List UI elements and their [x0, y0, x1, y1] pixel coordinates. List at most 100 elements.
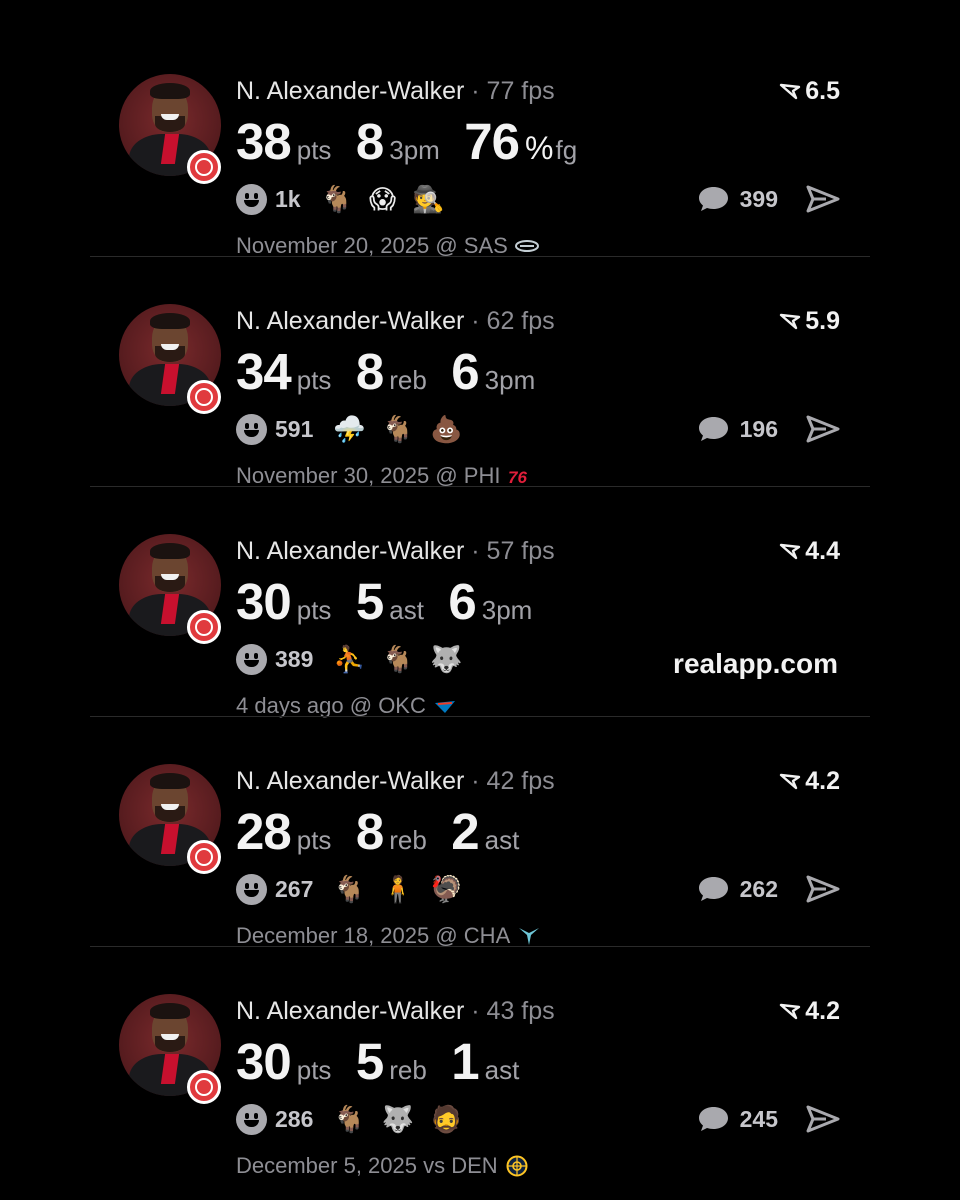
stat-line: 28 pts 8 reb 2 ast	[236, 802, 539, 861]
comment-icon[interactable]	[697, 874, 730, 904]
post-card[interactable]: N. Alexander-Walker · 62 fps 5.9 34 pts 8…	[90, 257, 870, 488]
storm-emoji-icon[interactable]: ⛈️	[333, 416, 365, 442]
smiley-reaction-icon[interactable]	[236, 183, 267, 215]
comment-share-group: 262	[697, 872, 840, 906]
player-name[interactable]: N. Alexander-Walker	[236, 77, 464, 105]
comment-count[interactable]: 399	[740, 186, 778, 213]
reaction-count[interactable]: 1k	[275, 186, 301, 213]
stat-item: 30 pts	[236, 1032, 331, 1091]
smiley-reaction-icon[interactable]	[236, 413, 267, 445]
stat-value: 6	[451, 343, 479, 400]
comment-icon[interactable]	[697, 1104, 730, 1134]
smiley-reaction-icon[interactable]	[236, 643, 267, 675]
stat-value: 2	[451, 803, 479, 860]
hawks-logo-icon	[187, 610, 221, 644]
player-name[interactable]: N. Alexander-Walker	[236, 537, 464, 565]
reaction-emoji-icon[interactable]: 🧔	[430, 1106, 462, 1132]
rating-icon	[780, 1003, 801, 1019]
post-card[interactable]: N. Alexander-Walker · 57 fps 4.4 30 pts 5…	[90, 487, 870, 718]
turkey-emoji-icon[interactable]: 🦃	[430, 876, 462, 902]
stat-value: 34	[236, 343, 292, 400]
stat-item: 8 3pm	[356, 112, 440, 171]
stat-unit: reb	[389, 1055, 427, 1085]
smiley-reaction-icon[interactable]	[236, 873, 267, 905]
share-icon[interactable]	[806, 184, 840, 214]
rating-icon	[780, 313, 801, 329]
stat-unit: reb	[389, 825, 427, 855]
stat-item: 1 ast	[451, 1032, 519, 1091]
goat-emoji-icon[interactable]: 🐐	[333, 876, 365, 902]
share-icon[interactable]	[806, 1104, 840, 1134]
reaction-count[interactable]: 286	[275, 1106, 313, 1133]
comment-share-group: 399	[697, 182, 840, 216]
wolf-emoji-icon[interactable]: 🐺	[430, 646, 462, 672]
share-icon[interactable]	[806, 874, 840, 904]
player-name[interactable]: N. Alexander-Walker	[236, 767, 464, 795]
goat-emoji-icon[interactable]: 🐐	[382, 416, 414, 442]
player-name-line[interactable]: N. Alexander-Walker · 42 fps	[236, 767, 555, 796]
stat-value: 28	[236, 803, 292, 860]
post-card[interactable]: N. Alexander-Walker · 43 fps 4.2 30 pts 5…	[90, 947, 870, 1179]
stat-line: 34 pts 8 reb 6 3pm	[236, 342, 555, 401]
stat-item: 34 pts	[236, 342, 331, 401]
stat-item: 6 3pm	[448, 572, 532, 631]
game-date-line[interactable]: December 5, 2025 vs DEN	[236, 1153, 530, 1179]
reaction-row: 267 🐐 🧍 🦃	[236, 872, 479, 906]
hawks-logo-icon	[187, 1070, 221, 1104]
stat-item: 6 3pm	[451, 342, 535, 401]
percent-sign: %	[525, 130, 554, 166]
reaction-emoji-icon[interactable]: 😱	[369, 186, 396, 212]
stat-item: 5 reb	[356, 1032, 427, 1091]
share-icon[interactable]	[806, 414, 840, 444]
stat-item: 8 reb	[356, 802, 427, 861]
player-name-line[interactable]: N. Alexander-Walker · 57 fps	[236, 537, 555, 566]
comment-count[interactable]: 262	[740, 876, 778, 903]
stat-item: 28 pts	[236, 802, 331, 861]
stat-item: 38 pts	[236, 112, 331, 171]
stat-value: 30	[236, 573, 292, 630]
wolf-emoji-icon[interactable]: 🐺	[382, 1106, 414, 1132]
fantasy-points: · 43 fps	[471, 997, 555, 1025]
player-name[interactable]: N. Alexander-Walker	[236, 307, 464, 335]
comment-count[interactable]: 196	[740, 416, 778, 443]
post-card[interactable]: N. Alexander-Walker · 42 fps 4.2 28 pts 8…	[90, 717, 870, 948]
spurs-logo-icon	[514, 235, 540, 257]
rating[interactable]: 4.4	[779, 537, 840, 566]
stat-value: 8	[355, 803, 384, 860]
promo-link[interactable]: realapp.com	[673, 648, 838, 680]
reaction-emoji-icon[interactable]: 🕵️	[412, 186, 444, 212]
stat-unit: pts	[296, 1055, 332, 1085]
player-name[interactable]: N. Alexander-Walker	[236, 997, 464, 1025]
fantasy-points: · 42 fps	[471, 767, 555, 795]
stat-value: 38	[236, 113, 292, 170]
rating[interactable]: 4.2	[779, 767, 840, 796]
player-name-line[interactable]: N. Alexander-Walker · 77 fps	[236, 77, 555, 106]
stat-unit: ast	[484, 825, 520, 855]
reaction-count[interactable]: 591	[275, 416, 313, 443]
comment-icon[interactable]	[697, 414, 730, 444]
comment-count[interactable]: 245	[740, 1106, 778, 1133]
goat-emoji-icon[interactable]: 🐐	[382, 646, 414, 672]
stat-unit: ast	[484, 1055, 520, 1085]
stat-value: 5	[355, 573, 384, 630]
reaction-count[interactable]: 267	[275, 876, 313, 903]
player-name-line[interactable]: N. Alexander-Walker · 43 fps	[236, 997, 555, 1026]
player-name-line[interactable]: N. Alexander-Walker · 62 fps	[236, 307, 555, 336]
rating[interactable]: 5.9	[779, 307, 840, 336]
smiley-reaction-icon[interactable]	[236, 1103, 267, 1135]
post-card[interactable]: N. Alexander-Walker · 77 fps 6.5 38 pts 8…	[90, 27, 870, 258]
svg-text:76: 76	[508, 468, 527, 487]
reaction-emoji-icon[interactable]: 🧍	[382, 876, 414, 902]
rating[interactable]: 4.2	[779, 997, 840, 1026]
goat-emoji-icon[interactable]: 🐐	[321, 186, 353, 212]
stat-line: 38 pts 8 3pm 76 %fg	[236, 112, 597, 171]
goat-emoji-icon[interactable]: 🐐	[333, 1106, 365, 1132]
poop-emoji-icon[interactable]: 💩	[430, 416, 462, 442]
rating[interactable]: 6.5	[779, 77, 840, 106]
stat-item: 76 %fg	[464, 112, 577, 171]
comment-icon[interactable]	[697, 184, 730, 214]
reaction-row: 591 ⛈️ 🐐 💩	[236, 412, 479, 446]
reaction-count[interactable]: 389	[275, 646, 313, 673]
fantasy-points: · 62 fps	[471, 307, 555, 335]
basketball-player-emoji-icon[interactable]: ⛹️	[333, 646, 365, 672]
